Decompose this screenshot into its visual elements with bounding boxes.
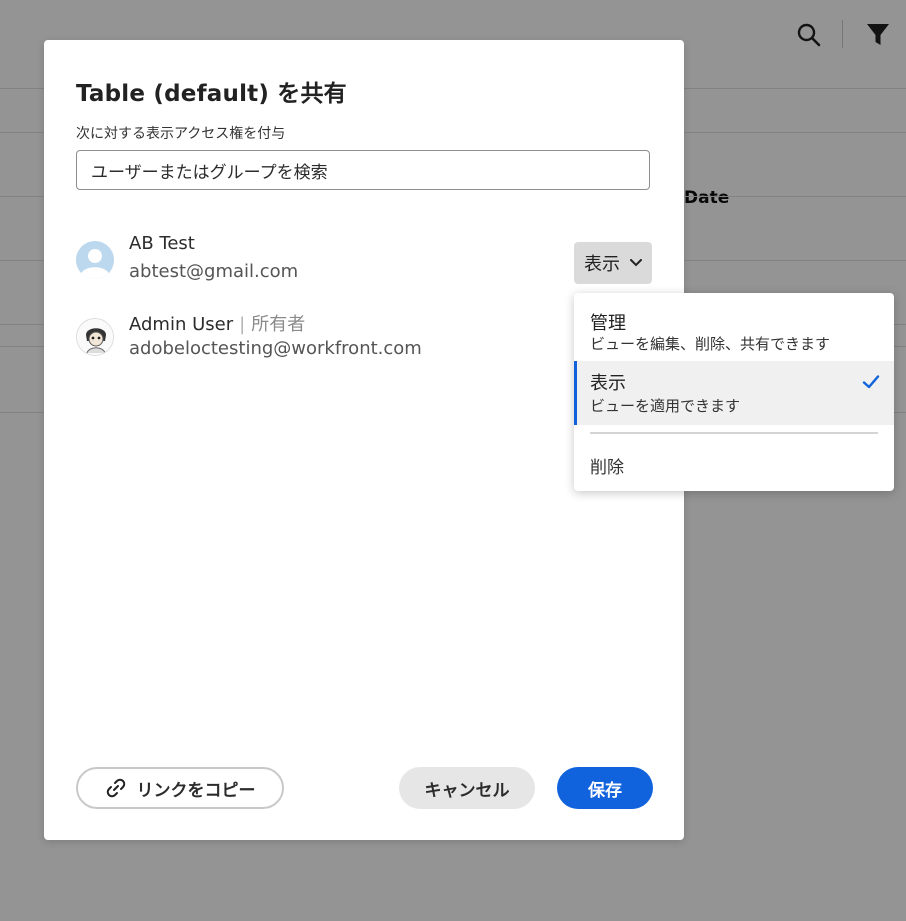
user-email: abtest@gmail.com xyxy=(129,261,299,282)
user-name-text: Admin User xyxy=(129,314,234,335)
cancel-label: キャンセル xyxy=(424,780,510,801)
role-dropdown-value: 表示 xyxy=(584,254,620,275)
menu-item-description: ビューを編集、削除、共有できます xyxy=(590,335,831,353)
menu-item-manage[interactable]: 管理 ビューを編集、削除、共有できます xyxy=(574,305,894,361)
menu-item-view[interactable]: 表示 ビューを適用できます xyxy=(574,361,894,425)
copy-link-label: リンクをコピー xyxy=(136,780,256,801)
user-email: adobeloctesting@workfront.com xyxy=(129,338,422,359)
shared-user-row: AB Test abtest@gmail.com xyxy=(76,233,650,293)
avatar-icon xyxy=(76,241,114,279)
role-menu: 管理 ビューを編集、削除、共有できます 表示 ビューを適用できます 削除 xyxy=(574,293,894,491)
role-dropdown-button[interactable]: 表示 xyxy=(574,242,652,284)
shared-user-row: Admin User | 所有者 adobeloctesting@workfront… xyxy=(76,310,650,370)
owner-label: 所有者 xyxy=(251,314,306,335)
copy-link-button[interactable]: リンクをコピー xyxy=(76,767,284,809)
menu-divider xyxy=(590,432,878,434)
user-name: Admin User | 所有者 xyxy=(129,310,305,336)
cancel-button[interactable]: キャンセル xyxy=(399,767,535,809)
save-label: 保存 xyxy=(588,780,622,801)
menu-item-description: ビューを適用できます xyxy=(590,397,741,415)
dialog-title: Table (default) を共有 xyxy=(76,81,347,107)
separator: | xyxy=(239,314,246,335)
menu-item-title: 削除 xyxy=(590,458,624,478)
chevron-down-icon xyxy=(630,259,642,267)
avatar-icon xyxy=(76,318,114,356)
save-button[interactable]: 保存 xyxy=(557,767,653,809)
checkmark-icon xyxy=(862,375,880,389)
menu-item-title: 表示 xyxy=(590,373,626,394)
link-icon xyxy=(106,778,125,798)
user-name: AB Test xyxy=(129,233,195,254)
menu-item-title: 管理 xyxy=(590,313,626,334)
user-group-search-input[interactable]: ユーザーまたはグループを検索 xyxy=(76,150,650,190)
grant-access-label: 次に対する表示アクセス権を付与 xyxy=(76,126,286,142)
menu-item-delete[interactable]: 削除 xyxy=(574,449,894,483)
search-placeholder: ユーザーまたはグループを検索 xyxy=(91,162,328,183)
